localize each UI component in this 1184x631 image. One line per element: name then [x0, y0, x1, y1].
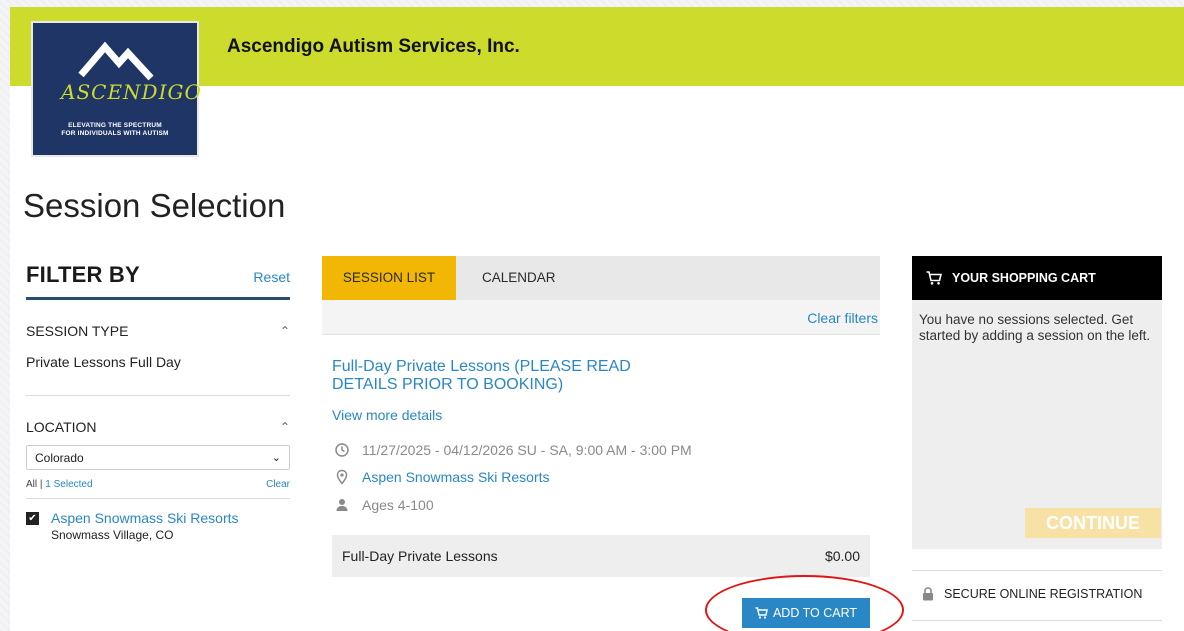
- session-type-value: Private Lessons Full Day: [26, 354, 181, 370]
- location-select[interactable]: Colorado ⌄: [26, 445, 290, 470]
- clear-filters-link[interactable]: Clear filters: [807, 310, 878, 326]
- session-type-label: SESSION TYPE: [26, 323, 129, 339]
- location-clear-link[interactable]: Clear: [266, 479, 290, 490]
- secure-registration-label: SECURE ONLINE REGISTRATION: [944, 587, 1143, 601]
- location-checkbox[interactable]: ✔: [26, 512, 39, 525]
- page-title: Session Selection: [23, 187, 286, 224]
- location-meta: All | 1 Selected Clear: [26, 479, 290, 490]
- reset-link[interactable]: Reset: [253, 269, 290, 288]
- session-ages: Ages 4-100: [334, 497, 434, 513]
- price-amount: $0.00: [824, 548, 860, 564]
- continue-button[interactable]: CONTINUE: [1025, 508, 1161, 538]
- clock-icon: [335, 443, 349, 457]
- section-divider: [26, 498, 290, 499]
- map-pin-icon: [336, 469, 348, 485]
- lock-icon: [923, 587, 933, 601]
- cart-header: YOUR SHOPPING CART: [912, 256, 1162, 300]
- chevron-up-icon[interactable]: ⌃: [280, 420, 290, 434]
- logo-tagline-1: ELEVATING THE SPECTRUM: [68, 122, 162, 129]
- filter-panel: FILTER BY Reset SESSION TYPE ⌃ Private L…: [26, 262, 290, 542]
- section-divider: [26, 395, 290, 396]
- tab-calendar[interactable]: CALENDAR: [482, 256, 556, 300]
- add-to-cart-label: ADD TO CART: [772, 606, 858, 620]
- chevron-down-icon: ⌄: [271, 452, 281, 464]
- cart-icon: [926, 271, 942, 285]
- filter-title: FILTER BY: [26, 262, 140, 287]
- add-to-cart-button[interactable]: ADD TO CART: [742, 598, 870, 628]
- filter-divider: [26, 297, 290, 300]
- price-row: Full-Day Private Lessons $0.00: [332, 535, 870, 577]
- location-header[interactable]: LOCATION ⌃: [26, 419, 290, 435]
- session-ages-text: Ages 4-100: [362, 497, 434, 513]
- view-details-link[interactable]: View more details: [332, 407, 442, 423]
- filter-header: FILTER BY Reset: [26, 262, 290, 288]
- location-all-link[interactable]: All: [26, 479, 37, 490]
- tab-session-list[interactable]: SESSION LIST: [322, 256, 456, 300]
- location-option[interactable]: ✔ Aspen Snowmass Ski Resorts Snowmass Vi…: [26, 510, 290, 542]
- location-option-city: Snowmass Village, CO: [51, 528, 174, 542]
- org-logo[interactable]: ASCENDIGO ELEVATING THE SPECTRUM FOR IND…: [31, 21, 202, 157]
- location-label: LOCATION: [26, 419, 97, 435]
- secure-divider: [912, 570, 1162, 571]
- person-icon: [336, 499, 348, 511]
- price-item-name: Full-Day Private Lessons: [342, 548, 498, 564]
- logo-tagline-2: FOR INDIVIDUALS WITH AUTISM: [61, 130, 169, 137]
- session-dates: 11/27/2025 - 04/12/2026 SU - SA, 9:00 AM…: [334, 442, 692, 458]
- session-type-header[interactable]: SESSION TYPE ⌃: [26, 323, 290, 339]
- logo-wordmark: ASCENDIGO: [61, 80, 202, 104]
- cart-empty-message: You have no sessions selected. Get start…: [919, 312, 1151, 343]
- secure-registration: SECURE ONLINE REGISTRATION: [922, 587, 1142, 601]
- session-dates-text: 11/27/2025 - 04/12/2026 SU - SA, 9:00 AM…: [362, 442, 692, 458]
- session-location-text[interactable]: Aspen Snowmass Ski Resorts: [362, 469, 550, 485]
- session-location[interactable]: Aspen Snowmass Ski Resorts: [334, 469, 550, 485]
- secure-divider: [912, 620, 1162, 621]
- cart-title: YOUR SHOPPING CART: [952, 271, 1096, 285]
- session-title-link[interactable]: Full-Day Private Lessons (PLEASE READ DE…: [332, 358, 692, 394]
- chevron-up-icon[interactable]: ⌃: [280, 324, 290, 338]
- filter-bar: Clear filters: [322, 300, 880, 335]
- location-option-name[interactable]: Aspen Snowmass Ski Resorts: [51, 510, 239, 526]
- shopping-cart-panel: YOUR SHOPPING CART You have no sessions …: [912, 256, 1162, 549]
- view-tabs: SESSION LIST CALENDAR: [322, 256, 880, 306]
- cart-icon: [755, 607, 768, 619]
- org-name: Ascendigo Autism Services, Inc.: [227, 36, 520, 57]
- location-select-value: Colorado: [35, 450, 84, 465]
- location-selected-count[interactable]: 1 Selected: [45, 479, 92, 490]
